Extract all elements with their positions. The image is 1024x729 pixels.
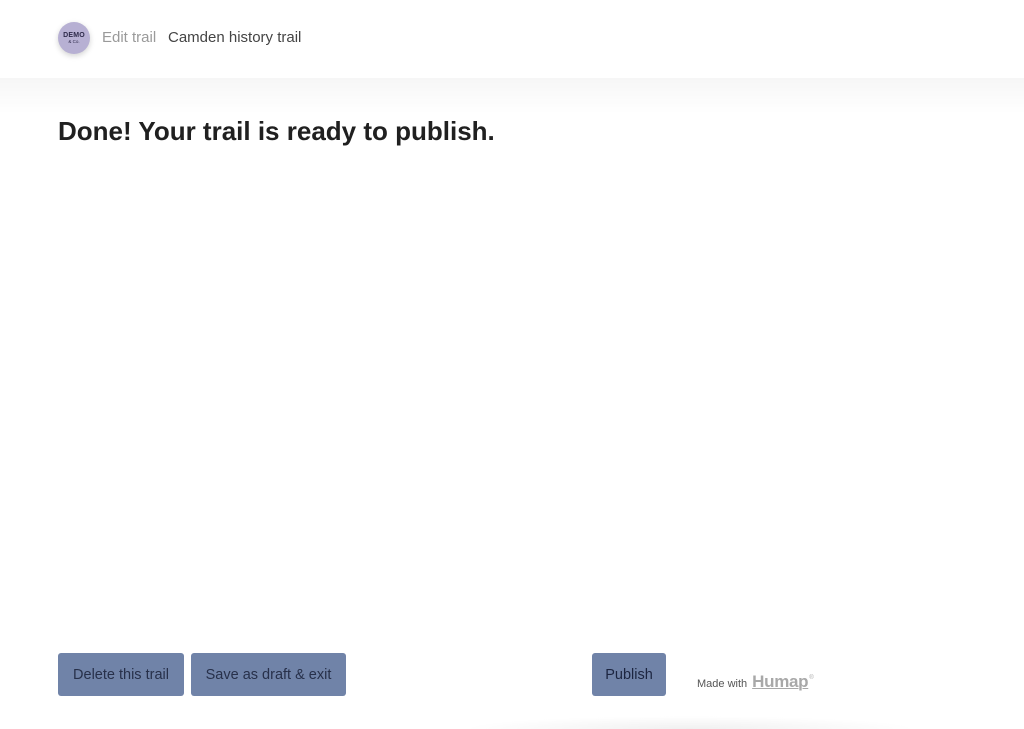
save-draft-exit-button[interactable]: Save as draft & exit	[191, 653, 346, 696]
breadcrumb-edit-trail: Edit trail	[102, 29, 157, 46]
app-header: DEMO & Co. Edit trail Camden history tra…	[0, 0, 1024, 78]
made-with-credit[interactable]: Made with Humap ®	[697, 672, 814, 692]
avatar-line1: DEMO	[63, 31, 85, 39]
page: DEMO & Co. Edit trail Camden history tra…	[0, 0, 1024, 729]
org-avatar[interactable]: DEMO & Co.	[58, 22, 90, 54]
made-with-label: Made with	[697, 678, 748, 690]
delete-trail-button[interactable]: Delete this trail	[58, 653, 184, 696]
breadcrumb-trail-title: Camden history trail	[168, 29, 302, 46]
header-shadow	[0, 78, 1024, 114]
registered-mark: ®	[809, 675, 814, 681]
page-heading: Done! Your trail is ready to publish.	[58, 116, 495, 146]
avatar-line2: & Co.	[68, 38, 80, 44]
bottom-shadow	[460, 716, 920, 729]
humap-logo[interactable]: Humap	[752, 672, 808, 692]
publish-button[interactable]: Publish	[592, 653, 666, 696]
